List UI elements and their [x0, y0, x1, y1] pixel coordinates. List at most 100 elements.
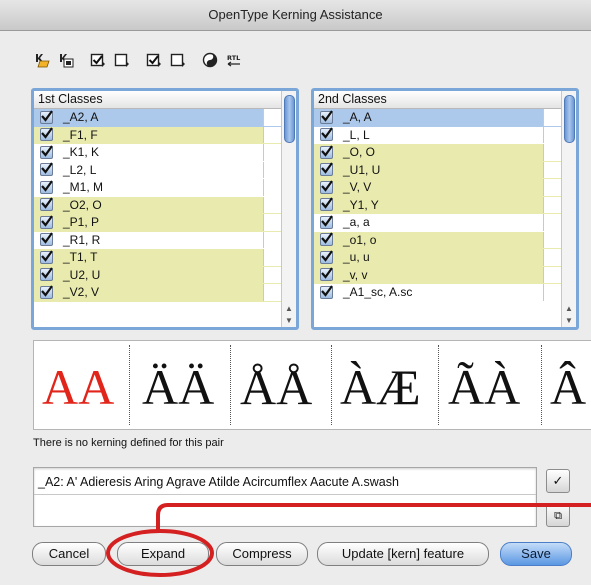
class-list-item[interactable]: _A1_sc, A.sc	[314, 284, 562, 302]
preview-pair: AA	[42, 359, 115, 415]
window-title-bar: OpenType Kerning Assistance	[0, 0, 591, 31]
class-list-item[interactable]: _L2, L	[34, 161, 282, 179]
scroll-down-arrow-icon[interactable]: ▼	[562, 315, 576, 327]
first-classes-list[interactable]: 1st Classes _A2, A _F1, F _K1, K _L2, L _M1,…	[31, 88, 299, 330]
expand-field-button[interactable]: ⧉	[546, 503, 570, 527]
class-checkbox[interactable]	[320, 232, 333, 247]
class-extra-column	[263, 196, 282, 213]
class-list-item[interactable]: _Y1, Y	[314, 196, 562, 214]
class-checkbox[interactable]	[40, 162, 53, 177]
class-extra-column	[543, 161, 562, 178]
class-label: _O2, O	[63, 197, 102, 212]
export-classes-icon[interactable]	[58, 52, 74, 68]
class-list-item[interactable]: _T1, T	[34, 249, 282, 267]
class-label: _K1, K	[63, 145, 100, 160]
import-classes-icon[interactable]	[34, 52, 50, 68]
class-extra-column	[263, 126, 282, 143]
class-checkbox[interactable]	[320, 180, 333, 194]
class-label: _U1, U	[343, 162, 381, 177]
class-list-item[interactable]: _P1, P	[34, 214, 282, 232]
class-label: _M1, M	[63, 180, 104, 195]
class-extra-column	[543, 214, 562, 231]
class-label: _o1, o	[343, 232, 377, 247]
kerning-preview: AA ÄÄ ÅÅ ÀÆ ÃÀ Â	[33, 340, 591, 430]
class-list-item[interactable]: _A, A	[314, 109, 562, 127]
class-list-item[interactable]: _U2, U	[34, 266, 282, 284]
class-list-item[interactable]: _O, O	[314, 144, 562, 162]
class-list-item[interactable]: _F1, F	[34, 126, 282, 144]
preview-pair: ÅÅ	[240, 359, 313, 415]
class-label: _u, u	[343, 250, 370, 265]
checkmark-icon: ✓	[552, 473, 564, 488]
class-list-item[interactable]: _a, a	[314, 214, 562, 232]
class-checkbox[interactable]	[320, 215, 333, 229]
compress-button[interactable]: Compress	[216, 542, 308, 566]
scrollbar-thumb[interactable]	[564, 95, 575, 143]
class-checkbox[interactable]	[40, 180, 53, 194]
class-label: _P1, P	[63, 215, 100, 230]
class-definition-text[interactable]: _A2: A' Adieresis Aring Agrave Atilde Ac…	[38, 475, 399, 489]
class-list-item[interactable]: _V, V	[314, 179, 562, 197]
class-checkbox[interactable]	[320, 197, 333, 212]
scroll-down-arrow-icon[interactable]: ▼	[282, 315, 296, 327]
scroll-up-arrow-icon[interactable]: ▲	[562, 303, 576, 315]
scrollbar-thumb[interactable]	[284, 95, 295, 143]
second-classes-scrollbar[interactable]: ▲ ▼	[561, 91, 576, 327]
update-kern-feature-button[interactable]: Update [kern] feature	[317, 542, 489, 566]
class-definition-field[interactable]: _A2: A' Adieresis Aring Agrave Atilde Ac…	[33, 467, 537, 527]
class-checkbox[interactable]	[40, 197, 53, 212]
class-label: _T1, T	[63, 250, 98, 265]
save-button[interactable]: Save	[500, 542, 572, 566]
class-list-item[interactable]: _K1, K	[34, 144, 282, 162]
class-extra-column	[263, 266, 282, 283]
scroll-up-arrow-icon[interactable]: ▲	[282, 303, 296, 315]
class-checkbox[interactable]	[40, 250, 53, 264]
class-list-item[interactable]: _v, v	[314, 266, 562, 284]
class-list-item[interactable]: _U1, U	[314, 161, 562, 179]
check-all-icon[interactable]	[90, 52, 106, 68]
uncheck-all-icon[interactable]	[114, 52, 130, 68]
class-checkbox[interactable]	[40, 110, 53, 124]
class-label: _A, A	[343, 110, 372, 125]
rtl-icon[interactable]: RTL	[226, 52, 242, 68]
status-message: There is no kerning defined for this pai…	[33, 437, 224, 449]
class-list-item[interactable]: _u, u	[314, 249, 562, 267]
class-checkbox[interactable]	[320, 267, 333, 282]
class-checkbox[interactable]	[40, 285, 53, 299]
cancel-button[interactable]: Cancel	[32, 542, 106, 566]
class-list-item[interactable]: _R1, R	[34, 231, 282, 249]
class-checkbox[interactable]	[320, 127, 333, 142]
second-classes-list[interactable]: 2nd Classes _A, A _L, L _O, O _U1, U _V, V _Y…	[311, 88, 579, 330]
uncheck-all-icon[interactable]	[170, 52, 186, 68]
class-checkbox[interactable]	[40, 215, 53, 229]
class-checkbox[interactable]	[40, 232, 53, 247]
pair-divider	[331, 345, 332, 425]
apply-button[interactable]: ✓	[546, 469, 570, 493]
class-label: _a, a	[343, 215, 370, 230]
class-list-item[interactable]: _o1, o	[314, 231, 562, 249]
class-list-item[interactable]: _V2, V	[34, 284, 282, 302]
class-list-item[interactable]: _L, L	[314, 126, 562, 144]
class-checkbox[interactable]	[40, 145, 53, 159]
first-classes-scrollbar[interactable]: ▲ ▼	[281, 91, 296, 327]
second-classes-rows: _A, A _L, L _O, O _U1, U _V, V _Y1, Y _a, a _o1…	[314, 109, 562, 327]
class-extra-column	[263, 231, 282, 248]
class-checkbox[interactable]	[320, 162, 333, 177]
class-label: _V, V	[343, 180, 372, 195]
toolbar: RTL	[34, 50, 242, 70]
class-checkbox[interactable]	[320, 145, 333, 159]
class-checkbox[interactable]	[320, 285, 333, 299]
class-checkbox[interactable]	[320, 250, 333, 264]
class-list-item[interactable]: _M1, M	[34, 179, 282, 197]
class-extra-column	[543, 179, 562, 196]
preview-icon[interactable]	[202, 52, 218, 68]
class-list-item[interactable]: _A2, A	[34, 109, 282, 127]
check-all-icon[interactable]	[146, 52, 162, 68]
expand-button[interactable]: Expand	[117, 542, 209, 566]
class-checkbox[interactable]	[320, 110, 333, 124]
first-classes-rows: _A2, A _F1, F _K1, K _L2, L _M1, M _O2, O _P1,…	[34, 109, 282, 327]
class-checkbox[interactable]	[40, 267, 53, 282]
class-list-item[interactable]: _O2, O	[34, 196, 282, 214]
class-checkbox[interactable]	[40, 127, 53, 142]
class-extra-column	[543, 196, 562, 213]
